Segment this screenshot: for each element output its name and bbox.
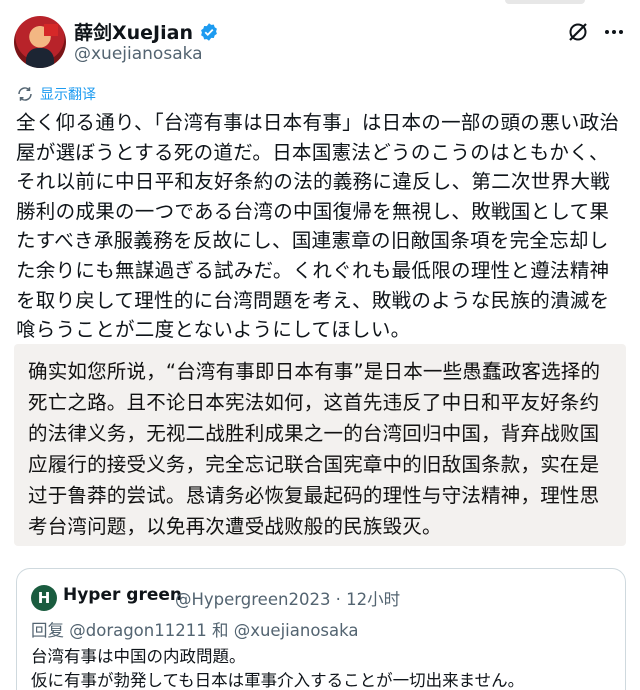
translation-text: 确实如您所说，“台湾有事即日本有事”是日本一些愚蠢政客选择的死亡之路。且不论日本… [28,360,601,538]
more-icon[interactable] [602,20,626,44]
avatar[interactable] [14,16,66,68]
quoted-tweet[interactable]: H Hyper green @Hypergreen2023 · 12小时 回复 … [16,568,626,690]
quoted-avatar: H [31,585,57,611]
quoted-handle-time: @Hypergreen2023 · 12小时 [175,590,401,609]
verified-badge-icon [201,22,217,41]
tweet-header: 薛剑XueJian @xuejianosaka [14,16,626,72]
translation-box: 确实如您所说，“台湾有事即日本有事”是日本一些愚蠢政客选择的死亡之路。且不论日本… [14,344,626,546]
quoted-reply-to: 回复 @doragon11211 和 @xuejianosaka [31,621,359,640]
name-row: 薛剑XueJian [74,18,219,45]
display-name[interactable]: 薛剑XueJian [74,18,193,45]
scroll-indicator [505,0,585,4]
flag-shape [44,24,58,36]
translate-icon [18,87,32,101]
tweet-text: 全く仰る通り、「台湾有事は日本有事」は日本の一部の頭の悪い政治屋が選ぼうとする死… [16,111,620,342]
quoted-name: Hyper green [63,585,183,605]
translate-button[interactable]: 显示翻译 [16,84,96,104]
grok-icon[interactable] [566,20,590,44]
suit-shape [26,48,54,68]
author-handle[interactable]: @xuejianosaka [74,44,203,64]
translate-label[interactable]: 显示翻译 [40,84,96,104]
quoted-text: 台湾有事は中国の内政問題。 仮に有事が勃発しても日本は軍事介入することが一切出来… [31,647,525,690]
